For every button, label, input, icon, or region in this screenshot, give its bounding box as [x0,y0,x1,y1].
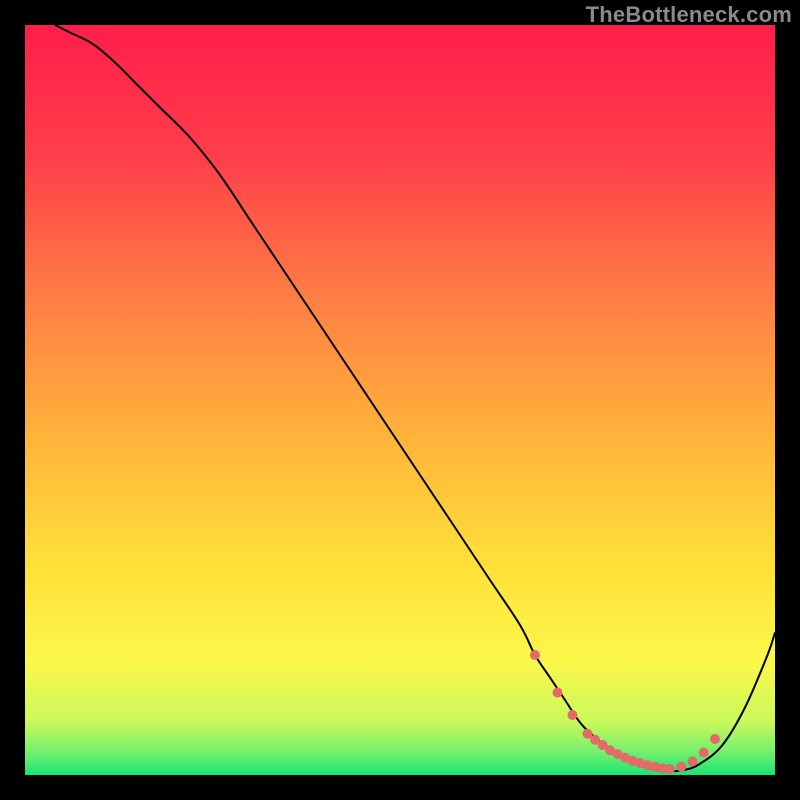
highlight-dot [553,688,563,698]
plot-area [25,25,775,775]
gradient-background [25,25,775,775]
chart-frame: TheBottleneck.com [0,0,800,800]
highlight-dot [710,734,720,744]
highlight-dot [568,710,578,720]
highlight-dot [530,650,540,660]
highlight-dot [688,757,698,767]
plot-svg [25,25,775,775]
highlight-dot [699,748,709,758]
highlight-dot [665,764,675,774]
highlight-dot [676,762,686,772]
